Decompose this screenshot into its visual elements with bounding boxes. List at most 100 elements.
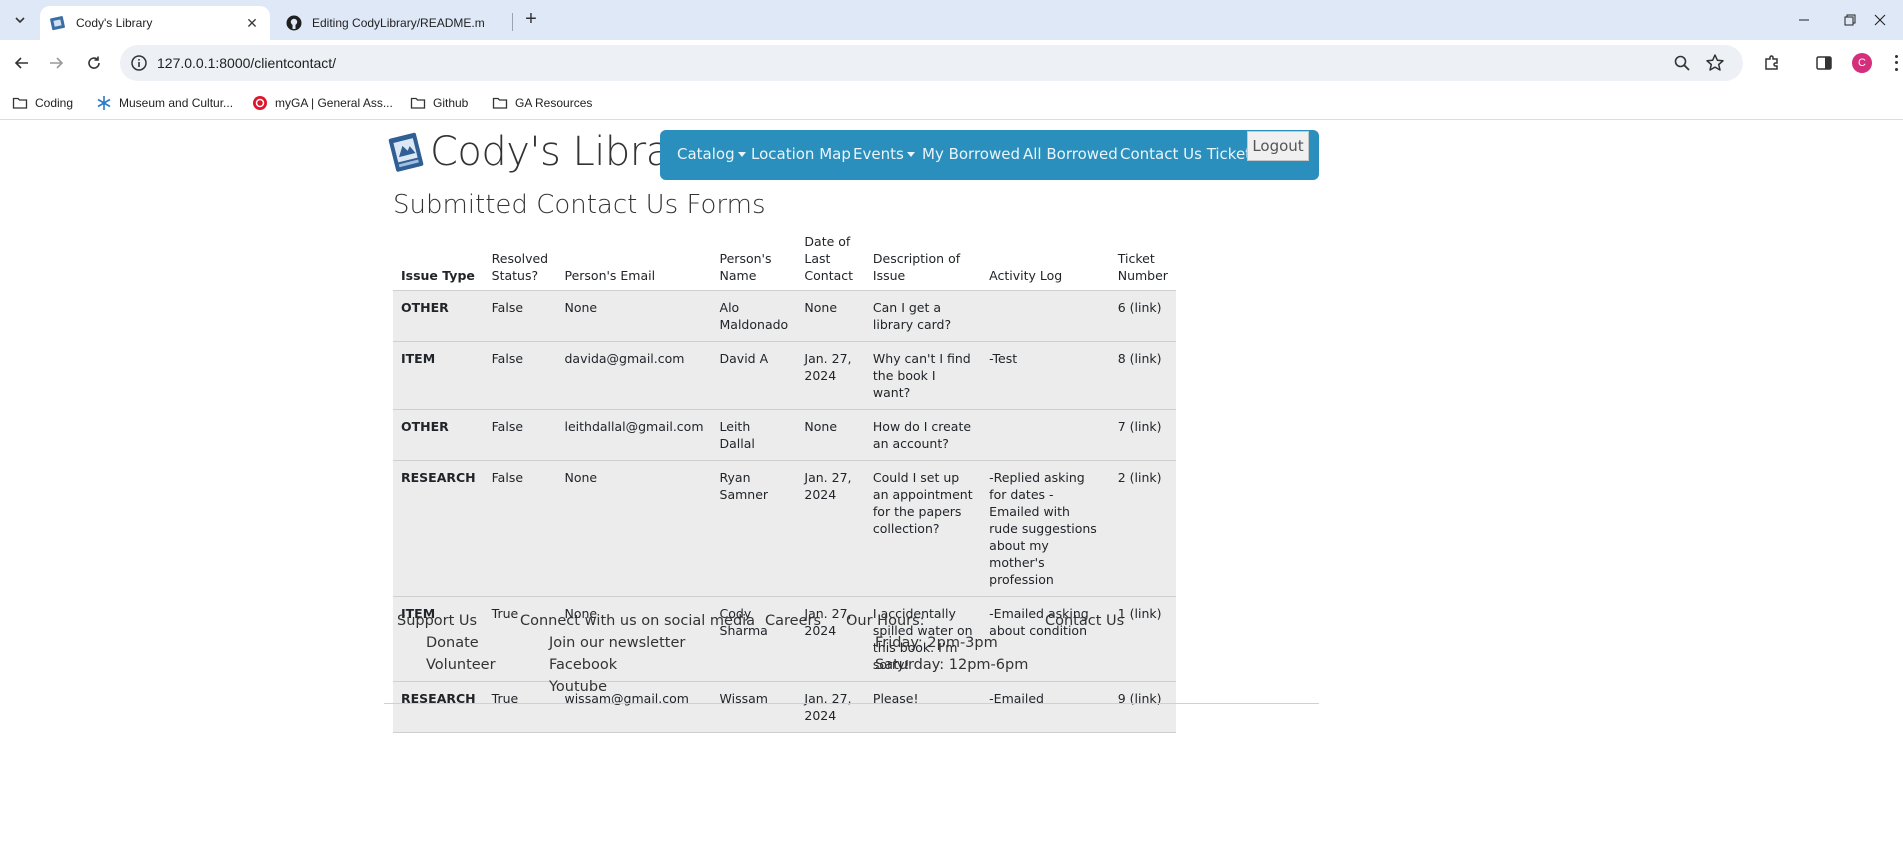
bookmark-github[interactable]: Github [410,94,468,112]
footer-link-facebook[interactable]: Facebook [520,657,755,679]
bookmark-label: Coding [35,96,74,110]
resolved-cell: False [483,460,557,597]
reload-icon [88,56,100,69]
footer-link-volunteer[interactable]: Volunteer [397,657,496,679]
chevron-down-icon [15,17,25,24]
back-button[interactable] [8,49,36,77]
column-header: Date of Last Contact [804,234,854,283]
column-header: Ticket Number [1117,251,1168,283]
bookmark-coding[interactable]: Coding [12,94,73,112]
footer-link-youtube[interactable]: Youtube [520,679,755,701]
email-cell: None [556,290,712,342]
footer-hours-column: Our Hours: Friday: 2pm-3pm Saturday: 12p… [846,613,1028,679]
reload-button[interactable] [80,49,108,77]
arrow-right-icon [50,57,64,69]
library-favicon-icon [50,16,65,31]
folder-icon [492,97,508,109]
activity-log-cell [981,409,1110,461]
column-header: Resolved Status? [491,251,549,283]
resolved-cell: False [483,290,557,342]
footer-link-careers[interactable]: Careers [765,613,821,635]
address-bar[interactable]: 127.0.0.1:8000/clientcontact/ [120,45,1743,81]
column-header: Description of Issue [872,251,961,283]
resolved-cell: False [483,409,557,461]
footer-social-column: Connect with us on social media Join our… [520,613,755,701]
issue-type-cell: OTHER [393,409,484,461]
side-panel-button[interactable] [1814,53,1834,73]
extensions-button[interactable] [1762,53,1782,73]
close-window-button[interactable] [1857,6,1903,34]
ticket-link[interactable]: 1 (link) [1109,596,1176,682]
column-header: Person's Name [719,251,772,283]
bookmark-star-icon[interactable] [1705,53,1725,73]
table-row: RESEARCH True wissam@gmail.com Wissam Ja… [393,681,1176,733]
description-cell: How do I create an account? [864,409,982,461]
caret-down-icon [906,152,915,157]
ticket-link[interactable]: 6 (link) [1109,290,1176,342]
email-cell: davida@gmail.com [556,341,712,410]
footer-heading-social: Connect with us on social media [520,613,756,629]
tab-codys-library[interactable]: Cody's Library ✕ [40,6,270,40]
url-text[interactable]: 127.0.0.1:8000/clientcontact/ [157,55,336,71]
restore-icon [1844,14,1856,26]
description-cell: Can I get a library card? [864,290,982,342]
ticket-link[interactable]: 7 (link) [1109,409,1176,461]
snowflake-icon [97,96,111,110]
tab-separator [512,13,513,31]
activity-log-cell: -Replied asking for dates -Emailed with … [981,460,1110,597]
bookmark-museum[interactable]: Museum and Cultur... [96,94,233,112]
nav-catalog[interactable]: Catalog [677,145,746,163]
nav-label: Catalog [677,145,735,163]
name-cell: Ryan Samner [711,460,797,597]
table-row: OTHER False None Alo Maldonado None Can … [393,290,1176,342]
description-cell: Please! [864,681,982,733]
footer-link-contact-us[interactable]: Contact Us [1045,613,1124,635]
minimize-icon [1799,19,1809,21]
footer-link-donate[interactable]: Donate [397,635,496,657]
footer-heading-support[interactable]: Support Us [397,613,496,635]
logout-button[interactable]: Logout [1247,131,1309,161]
forward-button[interactable] [42,49,70,77]
issue-type-cell: OTHER [393,290,484,342]
contact-tickets-table: Issue Type Resolved Status? Person's Ema… [393,233,1176,733]
footer-support-column: Support Us Donate Volunteer [397,613,496,679]
nav-location-map[interactable]: Location Map [751,145,851,163]
ticket-link[interactable]: 8 (link) [1109,341,1176,410]
close-tab-icon[interactable]: ✕ [244,15,260,32]
profile-avatar[interactable]: C [1852,53,1872,73]
nav-all-borrowed[interactable]: All Borrowed [1023,145,1118,163]
zoom-icon[interactable] [1673,54,1691,72]
new-tab-button[interactable]: + [520,9,542,31]
column-header: Person's Email [564,268,656,283]
bookmarks-bar: Coding Museum and Cultur... myGA | Gener… [0,86,1903,120]
nav-contact-tickets[interactable]: Contact Us Tickets [1120,145,1259,163]
caret-down-icon [737,152,746,157]
tab-github-readme[interactable]: Editing CodyLibrary/README.m [276,6,512,40]
name-cell: Leith Dallal [711,409,797,461]
column-header: Issue Type [401,268,475,283]
ticket-link[interactable]: 9 (link) [1109,681,1176,733]
bookmark-label: Github [433,96,469,110]
bookmark-myga[interactable]: myGA | General Ass... [252,94,393,112]
nav-events[interactable]: Events [853,145,915,163]
footer-heading-hours: Our Hours: [846,613,925,629]
tab-strip: Cody's Library ✕ Editing CodyLibrary/REA… [0,0,1903,40]
table-row: RESEARCH False None Ryan Samner Jan. 27,… [393,460,1176,597]
bookmark-ga-resources[interactable]: GA Resources [492,94,592,112]
side-panel-icon [1816,56,1832,70]
footer-link-newsletter[interactable]: Join our newsletter [520,635,755,657]
browser-menu-icon[interactable] [1892,53,1900,73]
name-cell: David A [711,341,797,410]
ticket-link[interactable]: 2 (link) [1109,460,1176,597]
nav-my-borrowed[interactable]: My Borrowed [922,145,1020,163]
activity-log-cell [981,290,1110,342]
resolved-cell: False [483,341,557,410]
site-info-icon[interactable] [130,54,148,72]
tab-search-button[interactable] [6,8,34,32]
bookmark-label: myGA | General Ass... [275,96,393,110]
minimize-button[interactable] [1781,6,1827,34]
footer-contact-column: Contact Us [1045,613,1124,635]
email-cell: None [556,460,712,597]
nav-label: Events [853,145,904,163]
table-header-row: Issue Type Resolved Status? Person's Ema… [393,233,1176,291]
